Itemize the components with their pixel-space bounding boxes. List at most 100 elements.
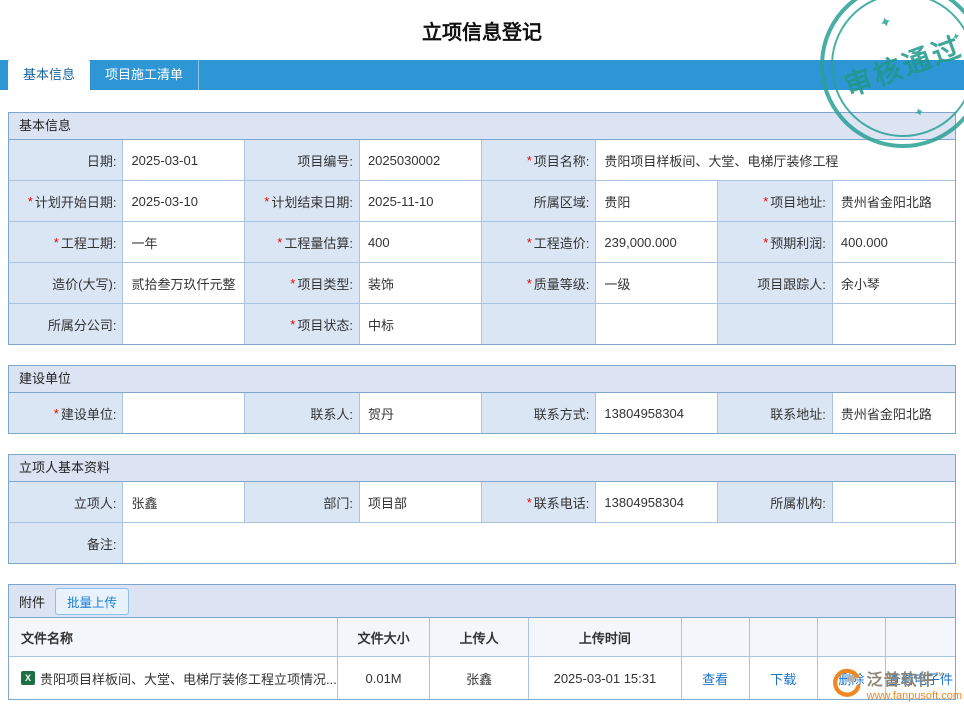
field-label-text: 计划结束日期: xyxy=(271,194,353,210)
field-value xyxy=(123,304,246,344)
attachment-action-cell: 查看 xyxy=(682,657,750,699)
required-mark: * xyxy=(526,275,532,291)
section-basic-info: 基本信息 日期: 2025-03-01 项目编号: 2025030002 * 项目名称: 贵阳… xyxy=(8,112,956,345)
field-label: * 计划结束日期: xyxy=(245,181,360,221)
field-label-text: 工程造价: xyxy=(533,235,590,251)
form-sections: 基本信息 日期: 2025-03-01 项目编号: 2025030002 * 项目名称: 贵阳… xyxy=(0,112,964,564)
required-mark: * xyxy=(277,234,283,250)
field-label: 造价(大写): xyxy=(9,263,124,303)
field-label: * 项目状态: xyxy=(245,304,360,344)
field-label: 备注: xyxy=(9,523,124,563)
field-label: * 项目类型: xyxy=(245,263,360,303)
field-value: 贰拾叁万玖仟元整 xyxy=(123,263,246,303)
attachment-action-cell: 删除 xyxy=(818,657,886,699)
field-value: 2025-03-10 xyxy=(123,181,246,221)
required-mark: * xyxy=(290,316,296,332)
delete-link[interactable]: 删除 xyxy=(838,669,864,688)
field-value: 贺丹 xyxy=(359,393,482,433)
field-row: 日期: 2025-03-01 项目编号: 2025030002 * 项目名称: 贵阳项目样板… xyxy=(9,140,955,180)
field-label-text: 项目名称: xyxy=(533,153,590,169)
attachment-action-column-header xyxy=(750,618,818,656)
field-value xyxy=(832,482,955,522)
field-row: * 计划开始日期: 2025-03-10 * 计划结束日期: 2025-11-10 所属区域… xyxy=(9,180,955,221)
attachment-time: 2025-03-01 15:31 xyxy=(529,657,682,699)
field-value: 2025030002 xyxy=(359,140,482,180)
field-label-text: 造价(大写): xyxy=(52,276,117,292)
field-label-text: 备注: xyxy=(86,536,117,552)
section-registrant-info: 立项人基本资料 立项人: 张鑫 部门: 项目部 * 联系电话: 13804958304 所属机构… xyxy=(8,454,956,564)
tab-basic-info[interactable]: 基本信息 xyxy=(8,60,91,90)
field-value: 张鑫 xyxy=(123,482,246,522)
field-label-text: 联系地址: xyxy=(770,406,826,422)
required-mark: * xyxy=(526,494,532,510)
field-row: * 工程工期: 一年 * 工程量估算: 400 * 工程造价: 239,000.000 * 预期利润… xyxy=(9,221,955,262)
tab-construction-list[interactable]: 项目施工清单 xyxy=(90,60,200,90)
field-value: 一年 xyxy=(123,222,246,262)
attachment-action-column-header xyxy=(818,618,886,656)
field-label-text: 日期: xyxy=(86,153,117,169)
view-electronic-link[interactable]: 查看电子件 xyxy=(888,669,953,688)
field-value: 中标 xyxy=(359,304,482,344)
field-label: 项目编号: xyxy=(245,140,360,180)
attachment-action-cell: 查看电子件 xyxy=(886,657,955,699)
field-value: 13804958304 xyxy=(596,393,719,433)
field-value: 贵阳项目样板间、大堂、电梯厅装修工程 xyxy=(596,140,955,180)
field-value: 装饰 xyxy=(359,263,482,303)
required-mark: * xyxy=(526,234,532,250)
field-value: 项目部 xyxy=(359,482,482,522)
section-construction-unit: 建设单位 * 建设单位: 联系人: 贺丹 联系方式: 13804958304 联系地址: 贵州省… xyxy=(8,365,956,434)
field-value: 余小琴 xyxy=(832,263,955,303)
field-label-text: 部门: xyxy=(323,495,353,511)
section-title-registrant-info: 立项人基本资料 xyxy=(9,455,955,482)
field-row: 造价(大写): 贰拾叁万玖仟元整 * 项目类型: 装饰 * 质量等级: 一级 项目跟踪人: 余小琴 xyxy=(9,262,955,303)
required-mark: * xyxy=(53,405,59,421)
required-mark: * xyxy=(27,193,33,209)
field-label-text: 联系人: xyxy=(310,406,353,422)
field-label: 联系方式: xyxy=(481,393,597,433)
field-label: * 工程工期: xyxy=(9,222,124,262)
field-value: 2025-11-10 xyxy=(359,181,482,221)
attachment-column-header: 文件大小 xyxy=(338,618,430,656)
field-label: * 建设单位: xyxy=(9,393,124,433)
attachments-table-body: X 贵阳项目样板间、大堂、电梯厅装修工程立项情况... 0.01M 张鑫 2025-03… xyxy=(9,657,955,699)
field-value: 贵州省金阳北路 xyxy=(832,181,955,221)
field-label: 所属分公司: xyxy=(9,304,124,344)
required-mark: * xyxy=(526,152,532,168)
view-link[interactable]: 查看 xyxy=(702,669,728,688)
field-value: 一级 xyxy=(596,263,719,303)
field-value: 贵阳 xyxy=(596,181,719,221)
field-label-text: 工程工期: xyxy=(60,235,117,251)
field-label-text: 项目地址: xyxy=(770,194,826,210)
field-value xyxy=(596,304,719,344)
field-label: * 联系电话: xyxy=(481,482,597,522)
field-row: 立项人: 张鑫 部门: 项目部 * 联系电话: 13804958304 所属机构: xyxy=(9,482,955,522)
field-label: 所属机构: xyxy=(718,482,833,522)
attachment-column-header: 上传人 xyxy=(430,618,530,656)
download-link[interactable]: 下载 xyxy=(770,669,796,688)
attachment-action-column-header xyxy=(886,618,955,656)
field-value xyxy=(123,393,246,433)
field-value: 贵州省金阳北路 xyxy=(832,393,955,433)
field-label-text: 立项人: xyxy=(73,495,117,511)
required-mark: * xyxy=(290,275,296,291)
attachments-header-bar: 附件 批量上传 xyxy=(9,585,955,618)
field-label-text: 项目类型: xyxy=(297,276,353,292)
field-value xyxy=(832,304,955,344)
required-mark: * xyxy=(264,193,270,209)
field-row: 备注: xyxy=(9,522,955,563)
tab-bar: 基本信息 项目施工清单 xyxy=(0,60,964,90)
section-title-construction-unit: 建设单位 xyxy=(9,366,955,393)
attachment-action-cell: 下载 xyxy=(750,657,818,699)
field-label-text: 联系电话: xyxy=(533,495,590,511)
field-label-text: 计划开始日期: xyxy=(34,194,117,210)
field-label-text: 建设单位: xyxy=(60,406,117,422)
field-label xyxy=(481,304,597,344)
attachments-section: 附件 批量上传 文件名称 文件大小 上传人 上传时间 X 贵阳项目样板间、大堂、电梯厅装… xyxy=(8,584,956,700)
field-label: * 质量等级: xyxy=(481,263,597,303)
attachment-row: X 贵阳项目样板间、大堂、电梯厅装修工程立项情况... 0.01M 张鑫 2025-03… xyxy=(9,657,955,699)
field-label-text: 项目状态: xyxy=(297,317,353,333)
field-label: * 项目地址: xyxy=(718,181,833,221)
batch-upload-button[interactable]: 批量上传 xyxy=(55,587,130,615)
field-label: 项目跟踪人: xyxy=(718,263,833,303)
required-mark: * xyxy=(53,234,59,250)
